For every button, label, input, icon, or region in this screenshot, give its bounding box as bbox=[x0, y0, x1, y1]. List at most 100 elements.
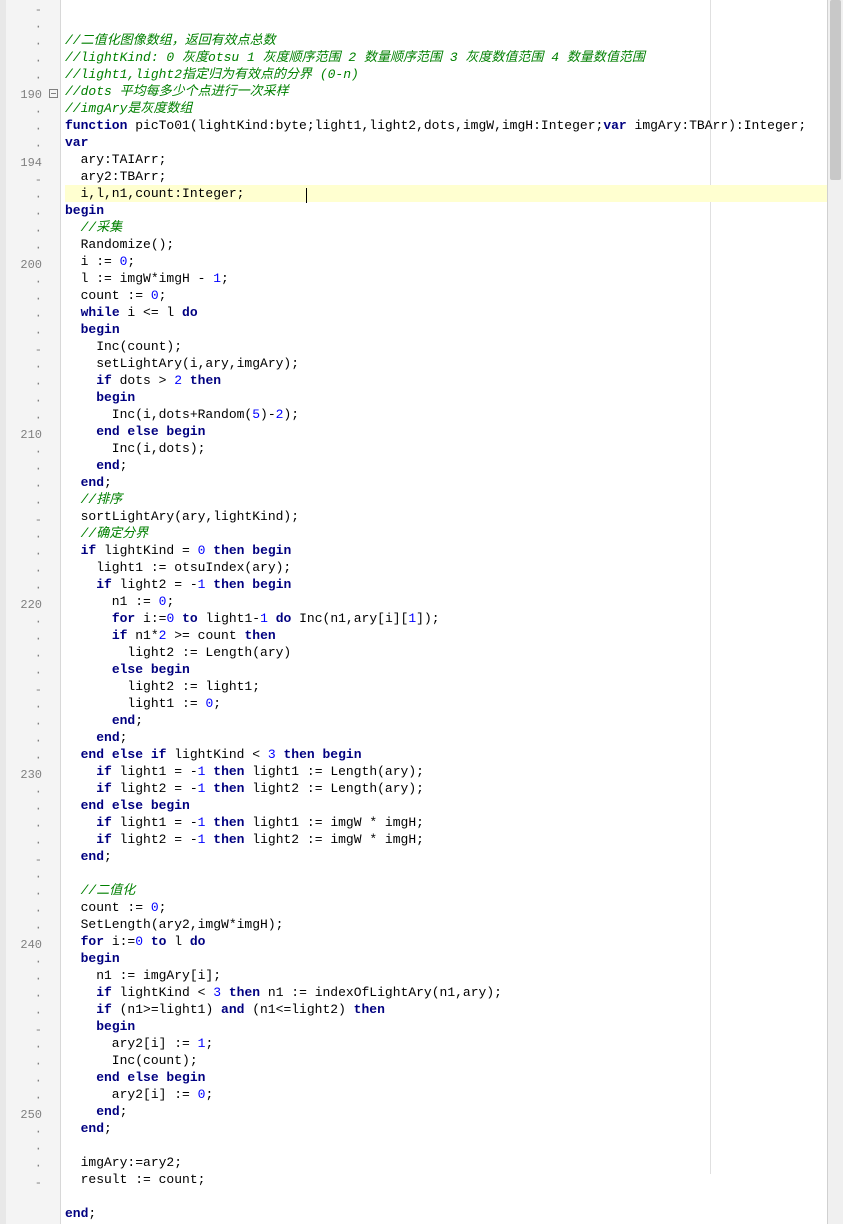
fold-marker[interactable] bbox=[46, 291, 60, 308]
code-line[interactable]: n1 := 0; bbox=[65, 593, 827, 610]
code-line[interactable]: end else if lightKind < 3 then begin bbox=[65, 746, 827, 763]
fold-marker[interactable] bbox=[46, 410, 60, 427]
code-line[interactable]: //imgAry是灰度数组 bbox=[65, 100, 827, 117]
code-line[interactable]: //确定分界 bbox=[65, 525, 827, 542]
vertical-scrollbar[interactable] bbox=[827, 0, 843, 1224]
line-number[interactable]: · bbox=[6, 223, 42, 240]
fold-marker[interactable] bbox=[46, 563, 60, 580]
fold-marker[interactable] bbox=[46, 971, 60, 988]
fold-marker[interactable] bbox=[46, 444, 60, 461]
fold-marker[interactable] bbox=[46, 512, 60, 529]
code-line[interactable]: function picTo01(lightKind:byte;light1,l… bbox=[65, 117, 827, 134]
line-number[interactable]: · bbox=[6, 444, 42, 461]
code-line[interactable]: Inc(count); bbox=[65, 1052, 827, 1069]
line-number[interactable]: - bbox=[6, 682, 42, 699]
fold-marker[interactable] bbox=[46, 121, 60, 138]
line-number[interactable]: · bbox=[6, 1005, 42, 1022]
code-line[interactable]: else begin bbox=[65, 661, 827, 678]
fold-marker[interactable] bbox=[46, 53, 60, 70]
fold-marker[interactable] bbox=[46, 36, 60, 53]
fold-marker[interactable] bbox=[46, 818, 60, 835]
fold-marker[interactable] bbox=[46, 1158, 60, 1175]
code-line[interactable]: end else begin bbox=[65, 1069, 827, 1086]
code-line[interactable]: if light1 = -1 then light1 := Length(ary… bbox=[65, 763, 827, 780]
line-number[interactable]: · bbox=[6, 971, 42, 988]
code-line[interactable]: end; bbox=[65, 1103, 827, 1120]
code-line[interactable]: Inc(i,dots+Random(5)-2); bbox=[65, 406, 827, 423]
code-line[interactable]: end; bbox=[65, 712, 827, 729]
code-line[interactable]: if (n1>=light1) and (n1<=light2) then bbox=[65, 1001, 827, 1018]
fold-marker[interactable] bbox=[46, 1090, 60, 1107]
code-line[interactable]: //dots 平均每多少个点进行一次采样 bbox=[65, 83, 827, 100]
code-line[interactable]: if light2 = -1 then light2 := Length(ary… bbox=[65, 780, 827, 797]
code-line[interactable]: end; bbox=[65, 848, 827, 865]
line-number[interactable]: · bbox=[6, 716, 42, 733]
line-number[interactable]: · bbox=[6, 138, 42, 155]
line-number[interactable]: · bbox=[6, 308, 42, 325]
line-number[interactable]: · bbox=[6, 835, 42, 852]
line-number[interactable]: · bbox=[6, 1073, 42, 1090]
code-line[interactable]: end; bbox=[65, 1205, 827, 1222]
fold-marker[interactable] bbox=[46, 138, 60, 155]
line-number[interactable]: · bbox=[6, 461, 42, 478]
code-line[interactable]: if lightKind = 0 then begin bbox=[65, 542, 827, 559]
fold-marker[interactable] bbox=[46, 274, 60, 291]
line-number[interactable]: · bbox=[6, 36, 42, 53]
code-line[interactable]: var bbox=[65, 134, 827, 151]
line-number[interactable]: · bbox=[6, 818, 42, 835]
fold-marker[interactable] bbox=[46, 682, 60, 699]
fold-marker[interactable] bbox=[46, 580, 60, 597]
code-line[interactable]: if dots > 2 then bbox=[65, 372, 827, 389]
fold-marker[interactable] bbox=[46, 393, 60, 410]
line-number[interactable]: 190 bbox=[6, 87, 42, 104]
fold-marker[interactable] bbox=[46, 920, 60, 937]
line-number[interactable]: · bbox=[6, 869, 42, 886]
code-line[interactable]: begin bbox=[65, 389, 827, 406]
line-number[interactable]: 250 bbox=[6, 1107, 42, 1124]
fold-marker[interactable] bbox=[46, 546, 60, 563]
code-line[interactable]: Inc(i,dots); bbox=[65, 440, 827, 457]
code-line[interactable]: Inc(count); bbox=[65, 338, 827, 355]
code-line[interactable]: sortLightAry(ary,lightKind); bbox=[65, 508, 827, 525]
fold-marker[interactable] bbox=[46, 767, 60, 784]
fold-collapse-icon[interactable] bbox=[49, 89, 58, 98]
code-line[interactable]: if light2 = -1 then begin bbox=[65, 576, 827, 593]
code-line[interactable] bbox=[65, 865, 827, 882]
line-number[interactable]: · bbox=[6, 784, 42, 801]
line-number[interactable]: · bbox=[6, 325, 42, 342]
code-line[interactable]: ary:TAIArr; bbox=[65, 151, 827, 168]
fold-marker[interactable] bbox=[46, 206, 60, 223]
code-line[interactable] bbox=[65, 1188, 827, 1205]
line-number[interactable]: · bbox=[6, 1056, 42, 1073]
line-number[interactable]: · bbox=[6, 954, 42, 971]
fold-marker[interactable] bbox=[46, 1056, 60, 1073]
line-number[interactable]: · bbox=[6, 699, 42, 716]
line-number[interactable]: · bbox=[6, 206, 42, 223]
fold-marker[interactable] bbox=[46, 988, 60, 1005]
fold-marker[interactable] bbox=[46, 104, 60, 121]
code-line[interactable]: n1 := imgAry[i]; bbox=[65, 967, 827, 984]
line-number[interactable]: 200 bbox=[6, 257, 42, 274]
line-number[interactable]: · bbox=[6, 495, 42, 512]
line-number[interactable]: · bbox=[6, 478, 42, 495]
line-number[interactable]: 194 bbox=[6, 155, 42, 172]
line-number[interactable]: · bbox=[6, 903, 42, 920]
line-number[interactable]: · bbox=[6, 529, 42, 546]
fold-marker[interactable] bbox=[46, 1039, 60, 1056]
code-line[interactable]: light1 := 0; bbox=[65, 695, 827, 712]
code-line[interactable]: end else begin bbox=[65, 797, 827, 814]
code-line[interactable]: ary2[i] := 1; bbox=[65, 1035, 827, 1052]
code-line[interactable]: //二值化图像数组，返回有效点总数 bbox=[65, 32, 827, 49]
fold-marker[interactable] bbox=[46, 1141, 60, 1158]
line-number[interactable]: - bbox=[6, 1022, 42, 1039]
line-number[interactable]: · bbox=[6, 393, 42, 410]
line-number[interactable]: 210 bbox=[6, 427, 42, 444]
fold-marker[interactable] bbox=[46, 359, 60, 376]
code-line[interactable]: //二值化 bbox=[65, 882, 827, 899]
fold-marker[interactable] bbox=[46, 801, 60, 818]
fold-marker[interactable] bbox=[46, 733, 60, 750]
fold-marker[interactable] bbox=[46, 1022, 60, 1039]
line-number[interactable]: · bbox=[6, 274, 42, 291]
line-number[interactable]: · bbox=[6, 53, 42, 70]
code-line[interactable]: i,l,n1,count:Integer; bbox=[65, 185, 827, 202]
